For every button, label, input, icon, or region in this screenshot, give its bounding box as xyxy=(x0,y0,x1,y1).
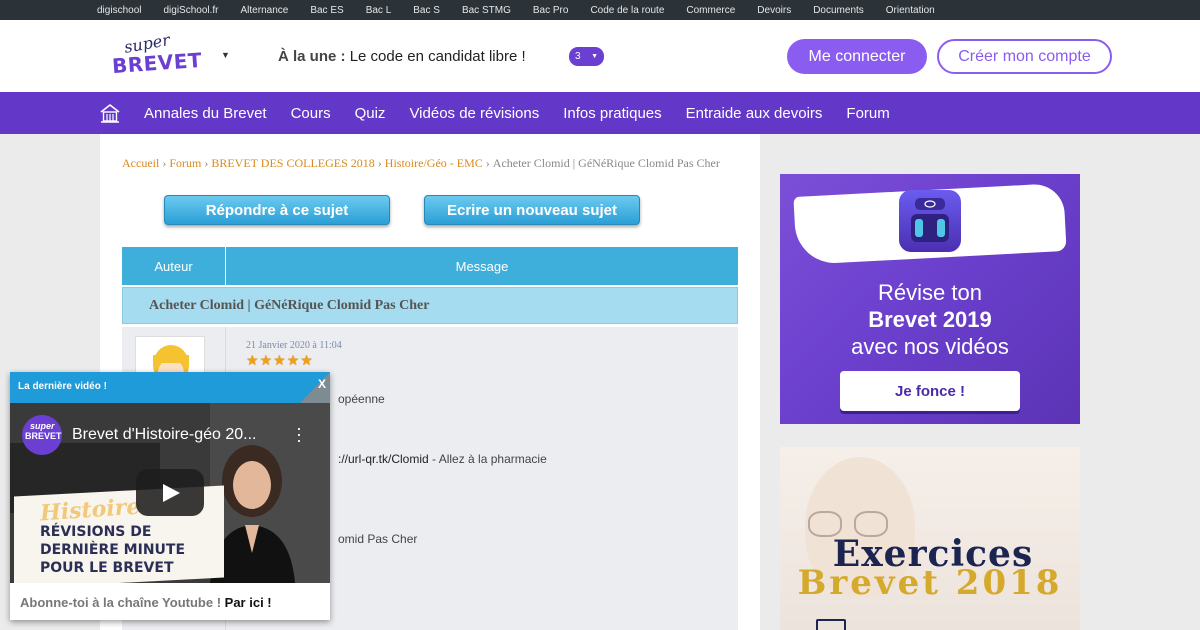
post-link[interactable]: ://url-qr.tk/Clomid xyxy=(338,452,429,466)
reply-topic-button[interactable]: Répondre à ce sujet xyxy=(164,195,390,225)
post-rating: ★ ★ ★ ★ ★ xyxy=(246,353,314,367)
headline-label: À la une : xyxy=(278,48,346,65)
new-topic-button[interactable]: Ecrire un nouveau sujet xyxy=(424,195,640,225)
column-message: Message xyxy=(455,258,509,274)
app-robot-icon xyxy=(899,190,961,252)
topic-subject: Acheter Clomid | GéNéRique Clomid Pas Ch… xyxy=(122,287,738,324)
site-switcher-caret-icon[interactable]: ▼ xyxy=(221,50,230,60)
breadcrumb-forum[interactable]: Forum xyxy=(169,156,201,170)
channel-avatar[interactable]: super BREVET xyxy=(22,415,62,455)
topbar-link-code-route[interactable]: Code de la route xyxy=(579,5,675,16)
breadcrumb: Accueil › Forum › BREVET DES COLLEGES 2018 › H… xyxy=(122,156,720,170)
topbar-link-devoirs[interactable]: Devoirs xyxy=(746,5,802,16)
chevron-down-icon: ▼ xyxy=(591,53,598,60)
posts-table-header: Auteur Message xyxy=(122,247,738,285)
logo-brevet-text: BREVET xyxy=(111,47,203,79)
star-icon: ★ xyxy=(273,352,286,368)
video-widget-footer: Abonne-toi à la chaîne Youtube ! Par ici… xyxy=(20,595,272,610)
topbar-link-commerce[interactable]: Commerce xyxy=(675,5,746,16)
headline-text: Le code en candidat libre ! xyxy=(349,48,526,65)
star-icon: ★ xyxy=(286,352,300,368)
breadcrumb-accueil[interactable]: Accueil xyxy=(122,156,159,170)
breadcrumb-current: Acheter Clomid | GéNéRique Clomid Pas Ch… xyxy=(492,156,720,170)
login-button[interactable]: Me connecter xyxy=(787,39,927,74)
ad-cta-button[interactable]: Je fonce ! xyxy=(840,371,1020,411)
ad-exercices-brevet[interactable]: Exercices Brevet 2018 xyxy=(780,447,1080,630)
nav-item-entraide[interactable]: Entraide aux devoirs xyxy=(674,105,835,122)
ad-line-2: Brevet 2019 xyxy=(868,307,992,332)
topbar-link-digischool[interactable]: digischool xyxy=(86,5,152,16)
star-icon: ★ xyxy=(246,352,259,368)
video-widget-title: La dernière vidéo ! xyxy=(18,381,107,392)
star-icon: ★ xyxy=(259,352,273,368)
topbar-link-alternance[interactable]: Alternance xyxy=(230,5,300,16)
nav-item-videos[interactable]: Vidéos de révisions xyxy=(397,105,551,122)
topbar-link-bac-s[interactable]: Bac S xyxy=(402,5,451,16)
network-topbar: digischool digiSchool.fr Alternance Bac … xyxy=(0,0,1200,20)
topbar-link-orientation[interactable]: Orientation xyxy=(875,5,946,16)
star-icon: ★ xyxy=(300,352,313,368)
topbar-link-bac-es[interactable]: Bac ES xyxy=(299,5,354,16)
ad-line-1: Révise ton xyxy=(878,280,982,305)
site-logo[interactable]: super BREVET xyxy=(110,30,203,80)
breadcrumb-histoire-geo[interactable]: Histoire/Géo - EMC xyxy=(385,156,483,170)
headline-count: 3 xyxy=(575,51,581,62)
nav-item-cours[interactable]: Cours xyxy=(279,105,343,122)
post-text-line: ://url-qr.tk/Clomid - Allez à la pharmac… xyxy=(338,452,547,466)
topbar-link-bac-stmg[interactable]: Bac STMG xyxy=(451,5,522,16)
close-icon[interactable]: X xyxy=(318,377,326,391)
topbar-link-bac-pro[interactable]: Bac Pro xyxy=(522,5,580,16)
breadcrumb-brevet-2018[interactable]: BREVET DES COLLEGES 2018 xyxy=(211,156,374,170)
main-nav: Annales du Brevet Cours Quiz Vidéos de r… xyxy=(0,92,1200,134)
video-board-text: RÉVISIONS DE DERNIÈRE MINUTE POUR LE BRE… xyxy=(40,524,186,576)
play-button-icon[interactable] xyxy=(136,469,204,516)
topbar-link-bac-l[interactable]: Bac L xyxy=(355,5,403,16)
subscribe-link[interactable]: Par ici ! xyxy=(225,595,272,610)
nav-item-annales[interactable]: Annales du Brevet xyxy=(132,105,279,122)
nav-item-forum[interactable]: Forum xyxy=(834,105,901,122)
headline-count-dropdown[interactable]: 3 ▼ xyxy=(569,47,604,66)
post-date: 21 Janvier 2020 à 11:04 xyxy=(246,340,342,351)
signup-button[interactable]: Créer mon compte xyxy=(937,39,1112,74)
topbar-link-documents[interactable]: Documents xyxy=(802,5,875,16)
document-icon xyxy=(816,619,846,630)
headline-ticker[interactable]: À la une : Le code en candidat libre ! xyxy=(278,48,526,65)
ad2-line-2: Brevet 2018 xyxy=(797,563,1063,603)
post-text-line: omid Pas Cher xyxy=(338,532,418,546)
video-widget-header: La dernière vidéo ! X xyxy=(10,372,330,403)
nav-item-infos[interactable]: Infos pratiques xyxy=(551,105,673,122)
nav-item-quiz[interactable]: Quiz xyxy=(343,105,398,122)
video-title[interactable]: Brevet d'Histoire-géo 20... xyxy=(72,426,256,444)
post-text-line: opéenne xyxy=(338,392,385,406)
latest-video-widget: La dernière vidéo ! X Histoire RÉVISIONS… xyxy=(10,372,330,620)
site-header: super BREVET ▼ À la une : Le code en can… xyxy=(0,20,1200,92)
home-icon[interactable] xyxy=(99,102,121,124)
topbar-link-digischool-fr[interactable]: digiSchool.fr xyxy=(152,5,229,16)
ad-line-3: avec nos vidéos xyxy=(851,334,1009,359)
ad-revise-brevet[interactable]: Révise ton Brevet 2019 avec nos vidéos J… xyxy=(780,174,1080,424)
column-author: Auteur xyxy=(122,247,226,285)
more-vert-icon[interactable]: · · · xyxy=(296,419,302,449)
video-player[interactable]: Histoire RÉVISIONS DE DERNIÈRE MINUTE PO… xyxy=(10,403,330,583)
